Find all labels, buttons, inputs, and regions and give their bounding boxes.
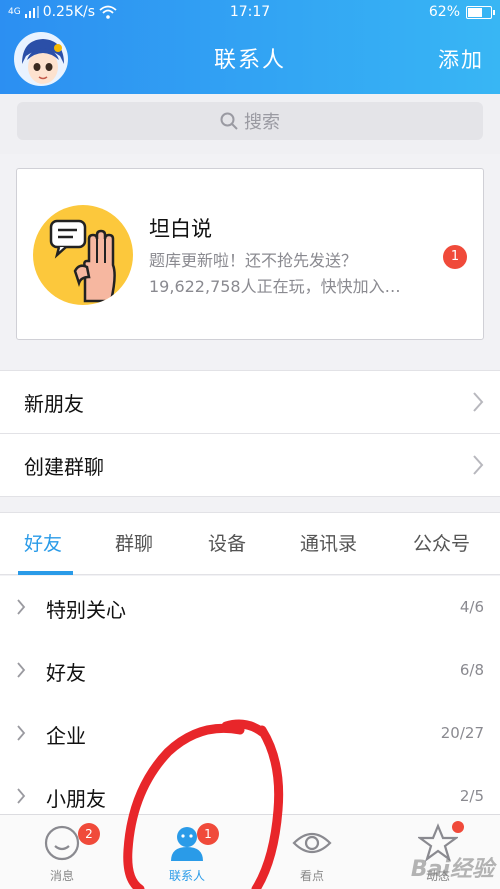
message-icon [44,825,80,861]
add-button[interactable]: 添加 [438,44,484,74]
group-count: 6/8 [459,661,484,679]
create-group-row[interactable]: 创建群聊 [0,434,500,497]
status-time: 17:17 [229,4,271,20]
messages-badge: 2 [78,823,100,845]
moments-red-dot [452,821,464,833]
promo-card[interactable]: 坦白说 题库更新啦！还不抢先发送？ 19,622,758人正在玩，快快加入… 1 [16,168,484,340]
nav-messages-label: 消息 [49,869,74,883]
group-row[interactable]: 好友 6/8 [0,639,500,702]
promo-badge: 1 [443,245,467,269]
tab-official-accounts[interactable]: 公众号 [413,529,470,556]
nav-contacts[interactable]: 1 联系人 [137,815,237,889]
chevron-right-icon [17,599,26,615]
create-group-label: 创建群聊 [24,454,104,479]
battery-percent: 62% [428,4,460,20]
tanbaishuo-logo [33,205,133,305]
contacts-badge: 1 [197,823,219,845]
group-count: 4/6 [459,598,484,616]
friend-group-list: 特别关心 4/6 好友 6/8 企业 20/27 小朋友 2/5 [0,576,500,814]
tab-friends[interactable]: 好友 [24,529,62,556]
chevron-right-icon [17,662,26,678]
battery-icon [466,5,495,19]
group-name: 企业 [46,724,86,748]
group-name: 小朋友 [46,787,106,811]
tab-address-book[interactable]: 通讯录 [300,529,357,556]
group-count: 2/5 [459,787,484,805]
search-icon [220,112,238,130]
chevron-right-icon [17,788,26,804]
new-friends-label: 新朋友 [24,391,84,416]
promo-subtitle: 题库更新啦！还不抢先发送？ [149,251,358,270]
group-name: 好友 [46,661,86,685]
group-name: 特别关心 [46,598,126,622]
promo-title: 坦白说 [149,217,212,241]
nav-messages[interactable]: 2 消息 [12,815,112,889]
group-row[interactable]: 小朋友 2/5 [0,765,500,814]
nav-contacts-label: 联系人 [168,869,205,883]
new-friends-row[interactable]: 新朋友 [0,371,500,434]
status-bar: 4G 0.25K/s 17:17 62% [0,0,500,26]
group-row[interactable]: 特别关心 4/6 [0,576,500,639]
battery-fill [468,7,482,17]
active-tab-indicator [18,571,73,575]
chevron-right-icon [17,725,26,741]
chevron-right-icon [473,392,484,412]
chevron-right-icon [473,455,484,475]
search-section: 搜索 [0,94,500,154]
action-list: 新朋友 创建群聊 [0,370,500,497]
nav-discover[interactable]: 看点 [262,815,362,889]
tab-groups[interactable]: 群聊 [115,529,153,556]
watermark: Bai经验 [410,857,494,882]
group-count: 20/27 [440,724,484,742]
page-title: 联系人 [213,48,286,73]
app-header: 4G 0.25K/s 17:17 62% 联系人 添加 [0,0,500,94]
nav-discover-label: 看点 [299,869,324,883]
hand-speech-icon [49,219,116,303]
group-row[interactable]: 企业 20/27 [0,702,500,765]
promo-participants: 19,622,758人正在玩，快快加入… [149,277,401,296]
search-placeholder: 搜索 [244,112,280,133]
search-input[interactable]: 搜索 [17,102,483,140]
contact-tabs: 好友 群聊 设备 通讯录 公众号 [0,512,500,575]
tab-devices[interactable]: 设备 [208,529,246,556]
eye-icon [292,832,332,854]
